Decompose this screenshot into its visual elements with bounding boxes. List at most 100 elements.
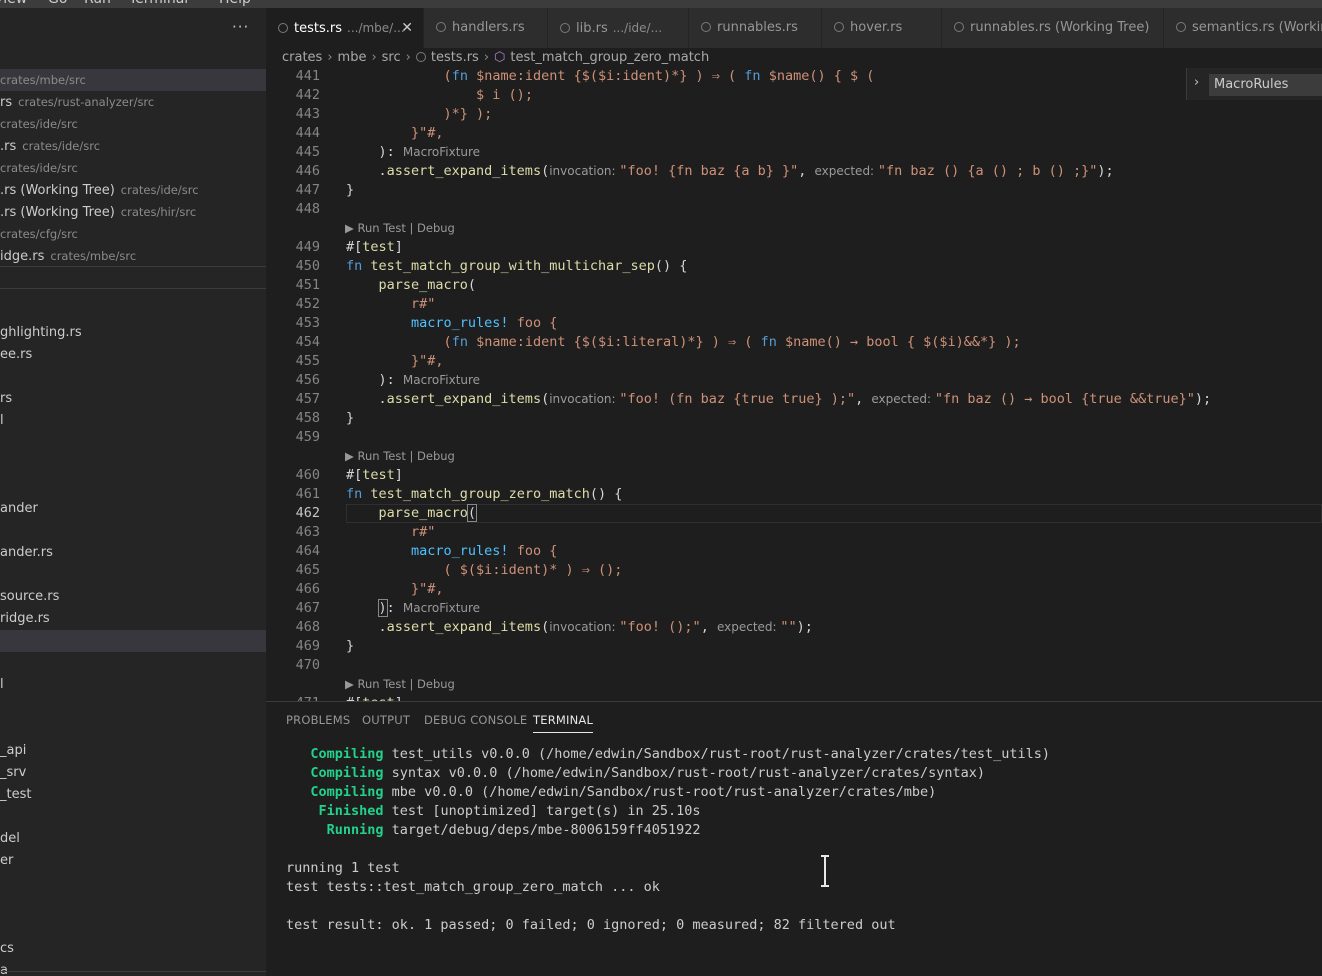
explorer-item[interactable]: ghlighting.rs: [0, 322, 266, 344]
close-icon[interactable]: ✕: [401, 8, 413, 48]
panel-tab-debug-console[interactable]: DEBUG CONSOLE: [424, 713, 527, 732]
explorer-item[interactable]: cs: [0, 938, 266, 960]
outline-label[interactable]: MacroRules: [1209, 74, 1322, 96]
explorer-item[interactable]: l: [0, 674, 266, 696]
panel-tab-output[interactable]: OUTPUT: [362, 713, 410, 732]
file-name: ander.rs: [0, 545, 53, 560]
code-line[interactable]: .assert_expand_items(invocation: "foo! (…: [346, 390, 1212, 409]
file-name: .rs: [0, 139, 17, 154]
terminal-text: running 1 test: [286, 860, 400, 876]
open-editor-item[interactable]: crates/cfg/src: [0, 223, 266, 245]
code-line[interactable]: }"#,: [346, 580, 444, 599]
code-line[interactable]: parse_macro(: [346, 504, 478, 523]
file-name: a: [0, 963, 8, 976]
outline-widget[interactable]: › MacroRules: [1186, 68, 1322, 100]
breadcrumb-symbol[interactable]: test_match_group_zero_match: [510, 50, 709, 65]
tab-tests-rs[interactable]: tests.rs .../mbe/... ✕: [266, 8, 424, 48]
explorer-item[interactable]: l: [0, 410, 266, 432]
file-name: cs: [0, 941, 14, 956]
code-line[interactable]: ): MacroFixture: [346, 143, 481, 162]
open-editor-item[interactable]: crates/mbe/src: [0, 69, 266, 91]
menu-item-help[interactable]: Help: [219, 0, 251, 7]
open-editor-item[interactable]: .rs (Working Tree) crates/ide/src: [0, 179, 266, 201]
line-number: 458: [295, 410, 320, 426]
open-editor-item[interactable]: .rs crates/ide/src: [0, 135, 266, 157]
terminal-text: test_utils v0.0.0 (/home/edwin/Sandbox/r…: [383, 746, 1051, 762]
code-line[interactable]: macro_rules! foo {: [346, 314, 557, 333]
tab-label: lib.rs: [576, 21, 608, 36]
code-line[interactable]: ( $($i:ident)* ) ⇒ ();: [346, 561, 623, 580]
open-editor-item[interactable]: crates/ide/src: [0, 157, 266, 179]
chevron-right-icon: ›: [327, 50, 333, 65]
file-path: crates/ide/src: [0, 161, 78, 175]
explorer-item[interactable]: [0, 630, 266, 652]
panel-tab-problems[interactable]: PROBLEMS: [286, 713, 350, 732]
menu-item-view[interactable]: View: [0, 0, 27, 7]
explorer-item[interactable]: rs: [0, 388, 266, 410]
codelens-run-test-debug[interactable]: ▶ Run Test | Debug: [345, 448, 455, 464]
explorer-item[interactable]: ee.rs: [0, 344, 266, 366]
code-line[interactable]: $ i ();: [346, 86, 533, 105]
explorer-item[interactable]: ridge.rs: [0, 608, 266, 630]
breadcrumb-item[interactable]: tests.rs: [431, 50, 479, 65]
code-line[interactable]: #[test]: [346, 694, 403, 701]
breadcrumb-item[interactable]: mbe: [338, 50, 367, 65]
code-line[interactable]: r#": [346, 295, 435, 314]
code-line[interactable]: )*} );: [346, 105, 493, 124]
explorer-item[interactable]: del: [0, 828, 266, 850]
code-line[interactable]: #[test]: [346, 466, 403, 485]
tab-hover-rs[interactable]: hover.rs: [822, 8, 942, 48]
code-line[interactable]: (fn $name:ident {$($i:ident)*} ) ⇒ ( fn …: [346, 68, 875, 86]
panel-tab-terminal[interactable]: TERMINAL: [533, 713, 594, 733]
explorer-item[interactable]: ander: [0, 498, 266, 520]
menu-item-go[interactable]: Go: [48, 0, 67, 7]
explorer-item[interactable]: a: [0, 960, 266, 976]
tab-label: hover.rs: [850, 20, 903, 35]
tab-semantics-rs-working-tree-[interactable]: semantics.rs (Working Tree): [1164, 8, 1322, 48]
open-editor-item[interactable]: rs crates/rust-analyzer/src: [0, 91, 266, 113]
breadcrumb-item[interactable]: src: [382, 50, 401, 65]
current-line-highlight: [346, 504, 1322, 523]
code-line[interactable]: }"#,: [346, 124, 444, 143]
file-path: crates/ide/src: [0, 117, 78, 131]
codelens-run-test-debug[interactable]: ▶ Run Test | Debug: [345, 676, 455, 692]
breadcrumb-item[interactable]: crates: [282, 50, 322, 65]
explorer-item[interactable]: _test: [0, 784, 266, 806]
tab-lib-rs[interactable]: lib.rs .../ide/...: [548, 8, 689, 48]
code-line[interactable]: (fn $name:ident {$($i:literal)*} ) ⇒ ( f…: [346, 333, 1021, 352]
more-actions-icon[interactable]: ···: [232, 18, 249, 36]
code-line[interactable]: }: [346, 637, 354, 656]
code-line[interactable]: .assert_expand_items(invocation: "foo! (…: [346, 618, 813, 637]
code-line[interactable]: }: [346, 181, 354, 200]
code-line[interactable]: macro_rules! foo {: [346, 542, 557, 561]
tab-runnables-rs[interactable]: runnables.rs: [689, 8, 822, 48]
line-number: 441: [295, 68, 320, 84]
file-name: ee.rs: [0, 347, 33, 362]
explorer-item[interactable]: source.rs: [0, 586, 266, 608]
code-line[interactable]: parse_macro(: [346, 276, 477, 295]
code-line[interactable]: .assert_expand_items(invocation: "foo! {…: [346, 162, 1114, 181]
explorer-item[interactable]: _srv: [0, 762, 266, 784]
tab-runnables-rs-working-tree-[interactable]: runnables.rs (Working Tree): [942, 8, 1164, 48]
code-line[interactable]: ): MacroFixture: [346, 599, 480, 618]
code-line[interactable]: }"#,: [346, 352, 444, 371]
code-line[interactable]: r#": [346, 523, 435, 542]
code-line[interactable]: ): MacroFixture: [346, 371, 481, 390]
explorer-item[interactable]: ander.rs: [0, 542, 266, 564]
terminal-line: test tests::test_match_group_zero_match …: [286, 878, 660, 897]
chevron-right-icon[interactable]: ›: [1194, 75, 1199, 90]
tab-handlers-rs[interactable]: handlers.rs: [424, 8, 548, 48]
code-line[interactable]: fn test_match_group_zero_match() {: [346, 485, 622, 504]
code-line[interactable]: #[test]: [346, 238, 403, 257]
code-line[interactable]: fn test_match_group_with_multichar_sep()…: [346, 257, 687, 276]
code-editor[interactable]: 441 (fn $name:ident {$($i:ident)*} ) ⇒ (…: [266, 68, 1322, 701]
menu-item-run[interactable]: Run: [84, 0, 111, 7]
codelens-run-test-debug[interactable]: ▶ Run Test | Debug: [345, 220, 455, 236]
explorer-item[interactable]: _api: [0, 740, 266, 762]
code-line[interactable]: }: [346, 409, 354, 428]
open-editor-item[interactable]: idge.rs crates/mbe/src: [0, 245, 266, 267]
open-editor-item[interactable]: crates/ide/src: [0, 113, 266, 135]
open-editor-item[interactable]: .rs (Working Tree) crates/hir/src: [0, 201, 266, 223]
explorer-item[interactable]: er: [0, 850, 266, 872]
menu-item-terminal[interactable]: Terminal: [129, 0, 188, 7]
